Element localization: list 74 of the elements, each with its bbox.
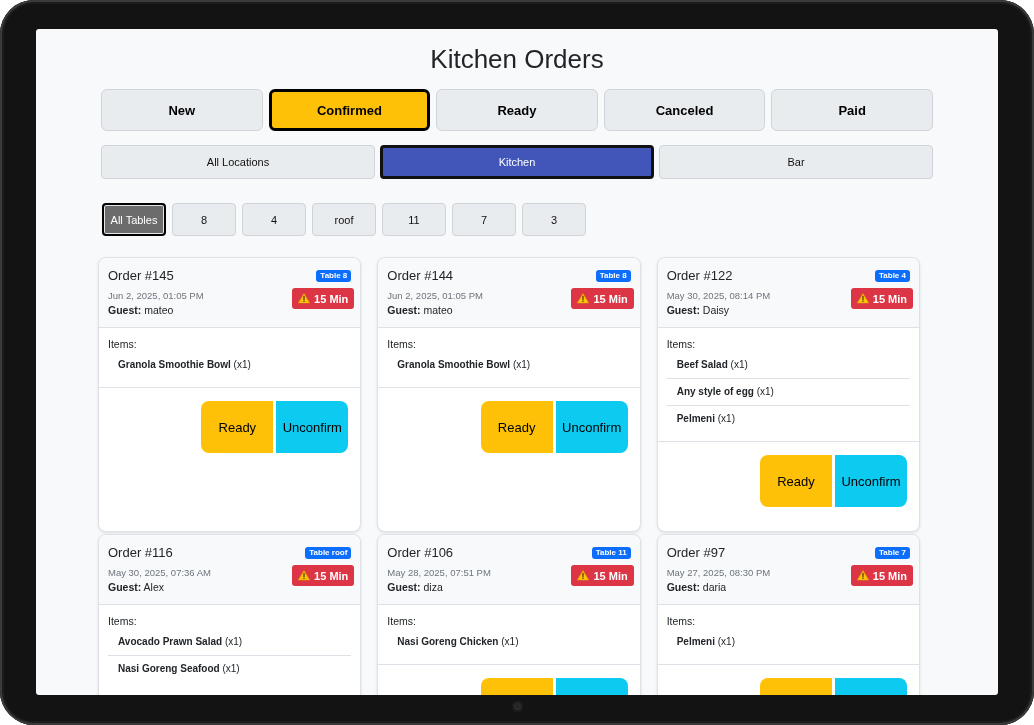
order-title: Order #106 [387, 544, 455, 561]
table-filter-button[interactable]: All Tables [102, 203, 166, 236]
timer-text: 15 Min [314, 292, 349, 305]
order-title: Order #122 [666, 267, 734, 284]
status-tab[interactable]: Canceled [603, 89, 766, 131]
status-tab[interactable]: Ready [436, 89, 598, 131]
items-label: Items: [108, 337, 138, 352]
guest-text: Guest: mateo [108, 303, 175, 318]
table-filter-button[interactable]: 4 [242, 203, 306, 236]
warning-icon [298, 293, 311, 304]
table-tag: Table roof [305, 547, 352, 559]
timer-text: 15 Min [314, 569, 349, 582]
order-item: Avocado Prawn Salad (x1) [108, 629, 352, 656]
order-item: Beef Salad (x1) [666, 352, 910, 379]
table-tag: Table 8 [595, 270, 631, 282]
warning-icon [577, 570, 590, 581]
warning-icon [856, 293, 869, 304]
table-tag: Table 8 [316, 270, 352, 282]
table-tag: Table 4 [875, 270, 910, 282]
order-date: May 27, 2025, 08:30 PM [666, 566, 771, 580]
location-tab[interactable]: Kitchen [380, 145, 654, 179]
unconfirm-button[interactable]: Unconfirm [835, 455, 907, 507]
ready-button[interactable]: Ready [201, 401, 274, 453]
timer-text: 15 Min [872, 569, 907, 582]
items-label: Items: [108, 614, 138, 629]
guest-text: Guest: Daisy [666, 303, 731, 318]
ready-button[interactable]: Ready [480, 401, 553, 453]
page-title: Kitchen Orders [429, 43, 605, 75]
items-label: Items: [666, 614, 697, 629]
timer-text: 15 Min [593, 569, 628, 582]
items-label: Items: [387, 614, 417, 629]
timer-text: 15 Min [872, 292, 907, 305]
order-item: Granola Smoothie Bowl (x1) [396, 358, 532, 372]
order-date: May 28, 2025, 07:51 PM [387, 566, 491, 580]
status-tab[interactable]: New [101, 89, 263, 131]
order-date: Jun 2, 2025, 01:05 PM [387, 289, 483, 303]
table-filter-button[interactable]: 7 [452, 203, 516, 236]
guest-text: Guest: diza [387, 580, 444, 595]
unconfirm-button[interactable]: Unconfirm [276, 401, 349, 453]
table-tag: Table 7 [875, 547, 910, 559]
order-item: Nasi Goreng Chicken (x1) [396, 635, 520, 649]
warning-icon [298, 570, 311, 581]
order-item: Granola Smoothie Bowl (x1) [117, 358, 252, 372]
warning-icon [856, 570, 869, 581]
ready-button[interactable]: Ready [760, 455, 832, 507]
items-label: Items: [387, 337, 417, 352]
warning-icon [577, 293, 590, 304]
status-tab[interactable]: Confirmed [268, 89, 431, 131]
status-tab[interactable]: Paid [771, 89, 933, 131]
table-filter-button[interactable]: 11 [382, 203, 446, 236]
guest-text: Guest: Alex [108, 580, 166, 595]
table-filter-button[interactable]: 3 [522, 203, 586, 236]
location-tab[interactable]: All Locations [101, 145, 375, 179]
guest-text: Guest: mateo [387, 303, 454, 318]
order-item: Pelmeni (x1) [675, 635, 736, 649]
order-title: Order #145 [108, 267, 175, 284]
order-item: Any style of egg (x1) [666, 379, 910, 406]
camera-icon [511, 700, 523, 712]
order-date: May 30, 2025, 08:14 PM [666, 289, 771, 303]
order-date: May 30, 2025, 07:36 AM [108, 566, 211, 580]
order-title: Order #144 [387, 267, 455, 284]
order-date: Jun 2, 2025, 01:05 PM [108, 289, 204, 303]
order-item: Nasi Goreng Seafood (x1) [117, 662, 241, 676]
guest-text: Guest: daria [666, 580, 728, 595]
table-tag: Table 11 [591, 547, 631, 559]
location-tab[interactable]: Bar [659, 145, 933, 179]
items-label: Items: [666, 337, 697, 352]
unconfirm-button[interactable]: Unconfirm [555, 401, 628, 453]
timer-text: 15 Min [593, 292, 628, 305]
table-filter-button[interactable]: 8 [172, 203, 236, 236]
table-filter-button[interactable]: roof [312, 203, 376, 236]
order-item: Pelmeni (x1) [675, 412, 736, 426]
order-title: Order #116 [108, 544, 174, 561]
order-title: Order #97 [666, 544, 727, 561]
